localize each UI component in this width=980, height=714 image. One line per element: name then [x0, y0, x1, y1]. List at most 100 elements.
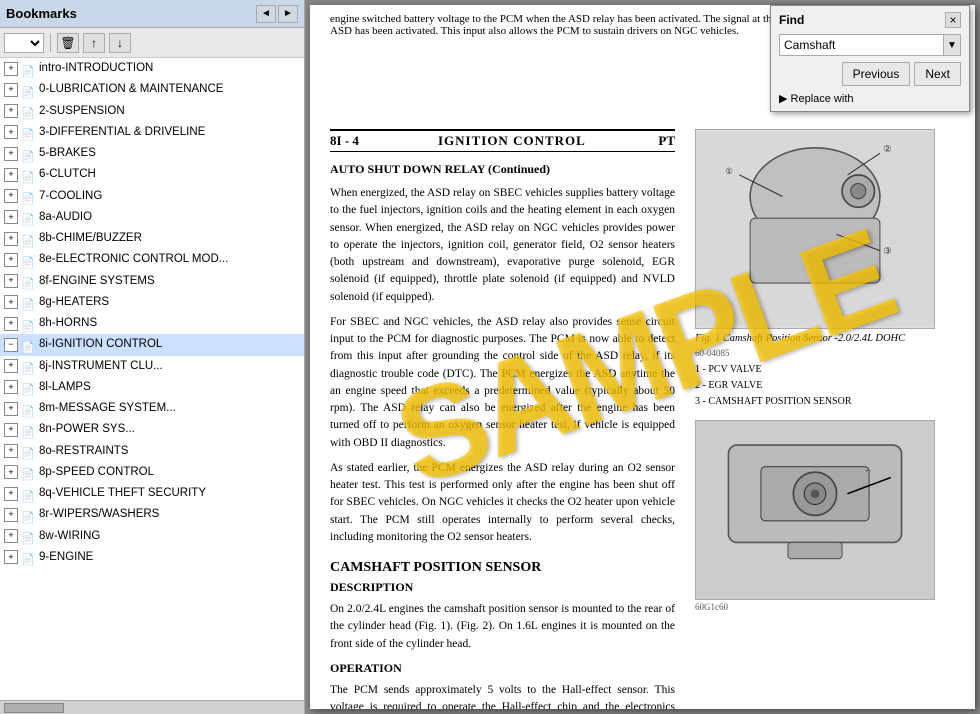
expand-icon-13[interactable]: − — [4, 338, 18, 352]
expand-icon-4[interactable]: + — [4, 147, 18, 161]
book-icon-1 — [21, 83, 35, 97]
expand-icon-17[interactable]: + — [4, 423, 18, 437]
sidebar-item-10[interactable]: +8f-ENGINE SYSTEMS — [0, 271, 304, 292]
sidebar-item-8[interactable]: +8b-CHIME/BUZZER — [0, 228, 304, 249]
sidebar-item-label-20: 8q-VEHICLE THEFT SECURITY — [39, 485, 206, 502]
sidebar-item-label-8: 8b-CHIME/BUZZER — [39, 230, 142, 247]
find-next-button[interactable]: Next — [914, 62, 961, 86]
expand-icon-23[interactable]: + — [4, 550, 18, 564]
expand-icon-7[interactable]: + — [4, 210, 18, 224]
sidebar-item-label-12: 8h-HORNS — [39, 315, 97, 332]
sidebar-item-label-9: 8e-ELECTRONIC CONTROL MOD... — [39, 251, 228, 268]
sidebar-list[interactable]: + intro-INTRODUCTION +0-LUBRICATION & MAIN… — [0, 58, 304, 700]
section-header: 8I - 4 IGNITION CONTROL PT — [330, 129, 675, 152]
sidebar-item-22[interactable]: +8w-WIRING — [0, 526, 304, 547]
find-dropdown-button[interactable]: ▼ — [944, 34, 961, 56]
expand-icon-6[interactable]: + — [4, 189, 18, 203]
find-previous-button[interactable]: Previous — [842, 62, 911, 86]
expand-icon-14[interactable]: + — [4, 359, 18, 373]
expand-icon-9[interactable]: + — [4, 253, 18, 267]
sidebar-item-label-4: 5-BRAKES — [39, 145, 96, 162]
expand-icon-3[interactable]: + — [4, 125, 18, 139]
replace-row[interactable]: ▶ Replace with — [779, 92, 961, 105]
sidebar-item-label-11: 8g-HEATERS — [39, 294, 109, 311]
sidebar-item-14[interactable]: +8j-INSTRUMENT CLU... — [0, 356, 304, 377]
sidebar-item-0[interactable]: + intro-INTRODUCTION — [0, 58, 304, 79]
sidebar-up-button[interactable]: ↑ — [83, 33, 105, 53]
sidebar-item-2[interactable]: +2-SUSPENSION — [0, 101, 304, 122]
sidebar-header: Bookmarks ◄ ► — [0, 0, 304, 28]
expand-icon-2[interactable]: + — [4, 104, 18, 118]
expand-icon-1[interactable]: + — [4, 83, 18, 97]
book-icon-12 — [21, 317, 35, 331]
svg-text:③: ③ — [883, 246, 892, 257]
sidebar-item-17[interactable]: +8n-POWER SYS... — [0, 419, 304, 440]
sidebar-item-12[interactable]: +8h-HORNS — [0, 313, 304, 334]
sidebar-item-label-5: 6-CLUTCH — [39, 166, 96, 183]
sidebar-nav-icons: ◄ ► — [256, 5, 298, 23]
expand-icon-0[interactable]: + — [4, 62, 18, 76]
sidebar-item-23[interactable]: +9-ENGINE — [0, 547, 304, 568]
expand-icon-22[interactable]: + — [4, 529, 18, 543]
expand-icon-16[interactable]: + — [4, 402, 18, 416]
sidebar-item-9[interactable]: +8e-ELECTRONIC CONTROL MOD... — [0, 249, 304, 270]
book-icon-7 — [21, 210, 35, 224]
sidebar-item-label-6: 7-COOLING — [39, 188, 102, 205]
camshaft-section-title: CAMSHAFT POSITION SENSOR — [330, 560, 675, 576]
sidebar-item-18[interactable]: +8o-RESTRAINTS — [0, 441, 304, 462]
sidebar-item-7[interactable]: +8a-AUDIO — [0, 207, 304, 228]
sidebar-item-20[interactable]: +8q-VEHICLE THEFT SECURITY — [0, 483, 304, 504]
book-icon-4 — [21, 147, 35, 161]
find-title: Find — [779, 13, 804, 27]
sidebar-item-15[interactable]: +8l-LAMPS — [0, 377, 304, 398]
expand-icon-10[interactable]: + — [4, 274, 18, 288]
sidebar-delete-button[interactable]: 🗑 — [57, 33, 79, 53]
find-buttons: Previous Next — [779, 62, 961, 86]
sidebar-item-6[interactable]: +7-COOLING — [0, 186, 304, 207]
section-id: 8I - 4 — [330, 133, 359, 149]
toolbar-separator — [50, 34, 51, 52]
figure-1-legend: 1 - PCV VALVE 2 - EGR VALVE 3 - CAMSHAFT… — [695, 362, 955, 410]
description-body: On 2.0/2.4L engines the camshaft positio… — [330, 601, 675, 653]
sidebar-item-4[interactable]: +5-BRAKES — [0, 143, 304, 164]
expand-icon-11[interactable]: + — [4, 295, 18, 309]
sidebar-nav-forward[interactable]: ► — [278, 5, 298, 23]
sidebar-nav-back[interactable]: ◄ — [256, 5, 276, 23]
book-icon-15 — [21, 380, 35, 394]
sidebar-toolbar: 🗑 ↑ ↓ — [0, 28, 304, 58]
sidebar-item-label-0: intro-INTRODUCTION — [39, 60, 153, 77]
sidebar-item-label-7: 8a-AUDIO — [39, 209, 92, 226]
sidebar-down-button[interactable]: ↓ — [109, 33, 131, 53]
book-icon-5 — [21, 168, 35, 182]
expand-icon-21[interactable]: + — [4, 508, 18, 522]
sidebar-item-11[interactable]: +8g-HEATERS — [0, 292, 304, 313]
body-paragraph-1: When energized, the ASD relay on SBEC ve… — [330, 185, 675, 306]
sidebar-horizontal-scrollbar[interactable] — [0, 700, 304, 714]
expand-icon-5[interactable]: + — [4, 168, 18, 182]
sidebar-item-3[interactable]: +3-DIFFERENTIAL & DRIVELINE — [0, 122, 304, 143]
sidebar-item-5[interactable]: +6-CLUTCH — [0, 164, 304, 185]
expand-icon-20[interactable]: + — [4, 487, 18, 501]
description-title: DESCRIPTION — [330, 580, 675, 595]
sidebar-item-21[interactable]: +8r-WIPERS/WASHERS — [0, 504, 304, 525]
expand-icon-18[interactable]: + — [4, 444, 18, 458]
book-icon-0 — [21, 62, 35, 76]
sidebar-item-16[interactable]: +8m-MESSAGE SYSTEM... — [0, 398, 304, 419]
book-icon-18 — [21, 444, 35, 458]
sidebar-item-19[interactable]: +8p-SPEED CONTROL — [0, 462, 304, 483]
hscroll-thumb[interactable] — [4, 703, 64, 713]
find-close-button[interactable]: × — [945, 12, 961, 28]
expand-icon-19[interactable]: + — [4, 465, 18, 479]
find-search-input[interactable] — [779, 34, 944, 56]
legend-item-3: 3 - CAMSHAFT POSITION SENSOR — [695, 394, 955, 410]
book-icon-14 — [21, 359, 35, 373]
expand-icon-8[interactable]: + — [4, 232, 18, 246]
expand-icon-15[interactable]: + — [4, 380, 18, 394]
sidebar-view-dropdown[interactable] — [4, 33, 44, 53]
book-icon-22 — [21, 529, 35, 543]
sidebar-item-label-18: 8o-RESTRAINTS — [39, 443, 128, 460]
sidebar-item-1[interactable]: +0-LUBRICATION & MAINTENANCE — [0, 79, 304, 100]
find-toolbar: Find × ▼ Previous Next ▶ Replace with — [770, 5, 970, 112]
sidebar-item-13[interactable]: −8i-IGNITION CONTROL — [0, 334, 304, 355]
expand-icon-12[interactable]: + — [4, 317, 18, 331]
